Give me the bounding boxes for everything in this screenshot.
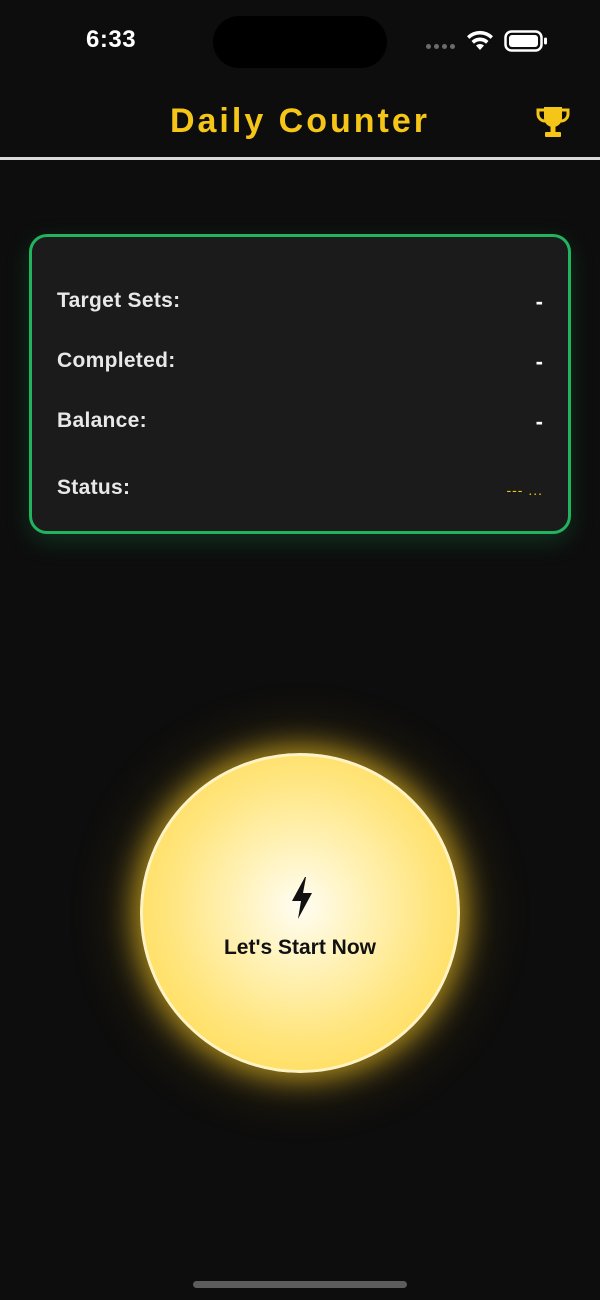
- target-sets-label: Target Sets:: [57, 289, 181, 312]
- trophy-icon: [536, 107, 570, 137]
- stat-row-balance: Balance: -: [57, 409, 543, 439]
- completed-label: Completed:: [57, 349, 176, 372]
- home-indicator[interactable]: [193, 1281, 407, 1288]
- stat-row-target-sets: Target Sets: -: [57, 289, 543, 319]
- status-value: --- ...: [506, 482, 543, 498]
- balance-value: -: [535, 409, 543, 434]
- status-time: 6:33: [86, 26, 137, 53]
- page-title: Daily Counter: [169, 102, 431, 140]
- battery-icon: [504, 30, 547, 52]
- stat-row-status: Status: --- ...: [57, 476, 543, 506]
- trophy-button[interactable]: [534, 103, 572, 141]
- app-header: Daily Counter: [0, 84, 600, 160]
- completed-value: -: [535, 349, 543, 374]
- stat-row-completed: Completed: -: [57, 349, 543, 379]
- dynamic-island: [213, 16, 387, 68]
- target-sets-value: -: [535, 289, 543, 314]
- status-bar: 6:33: [0, 0, 600, 84]
- status-label: Status:: [57, 476, 131, 499]
- bolt-icon: [292, 877, 312, 919]
- start-button[interactable]: Let's Start Now: [140, 753, 460, 1073]
- cellular-signal-icon: [426, 44, 455, 49]
- start-button-label: Let's Start Now: [223, 936, 376, 959]
- wifi-icon: [467, 30, 493, 50]
- stats-card: Target Sets: - Completed: - Balance: - S…: [29, 234, 571, 534]
- balance-label: Balance:: [57, 409, 147, 432]
